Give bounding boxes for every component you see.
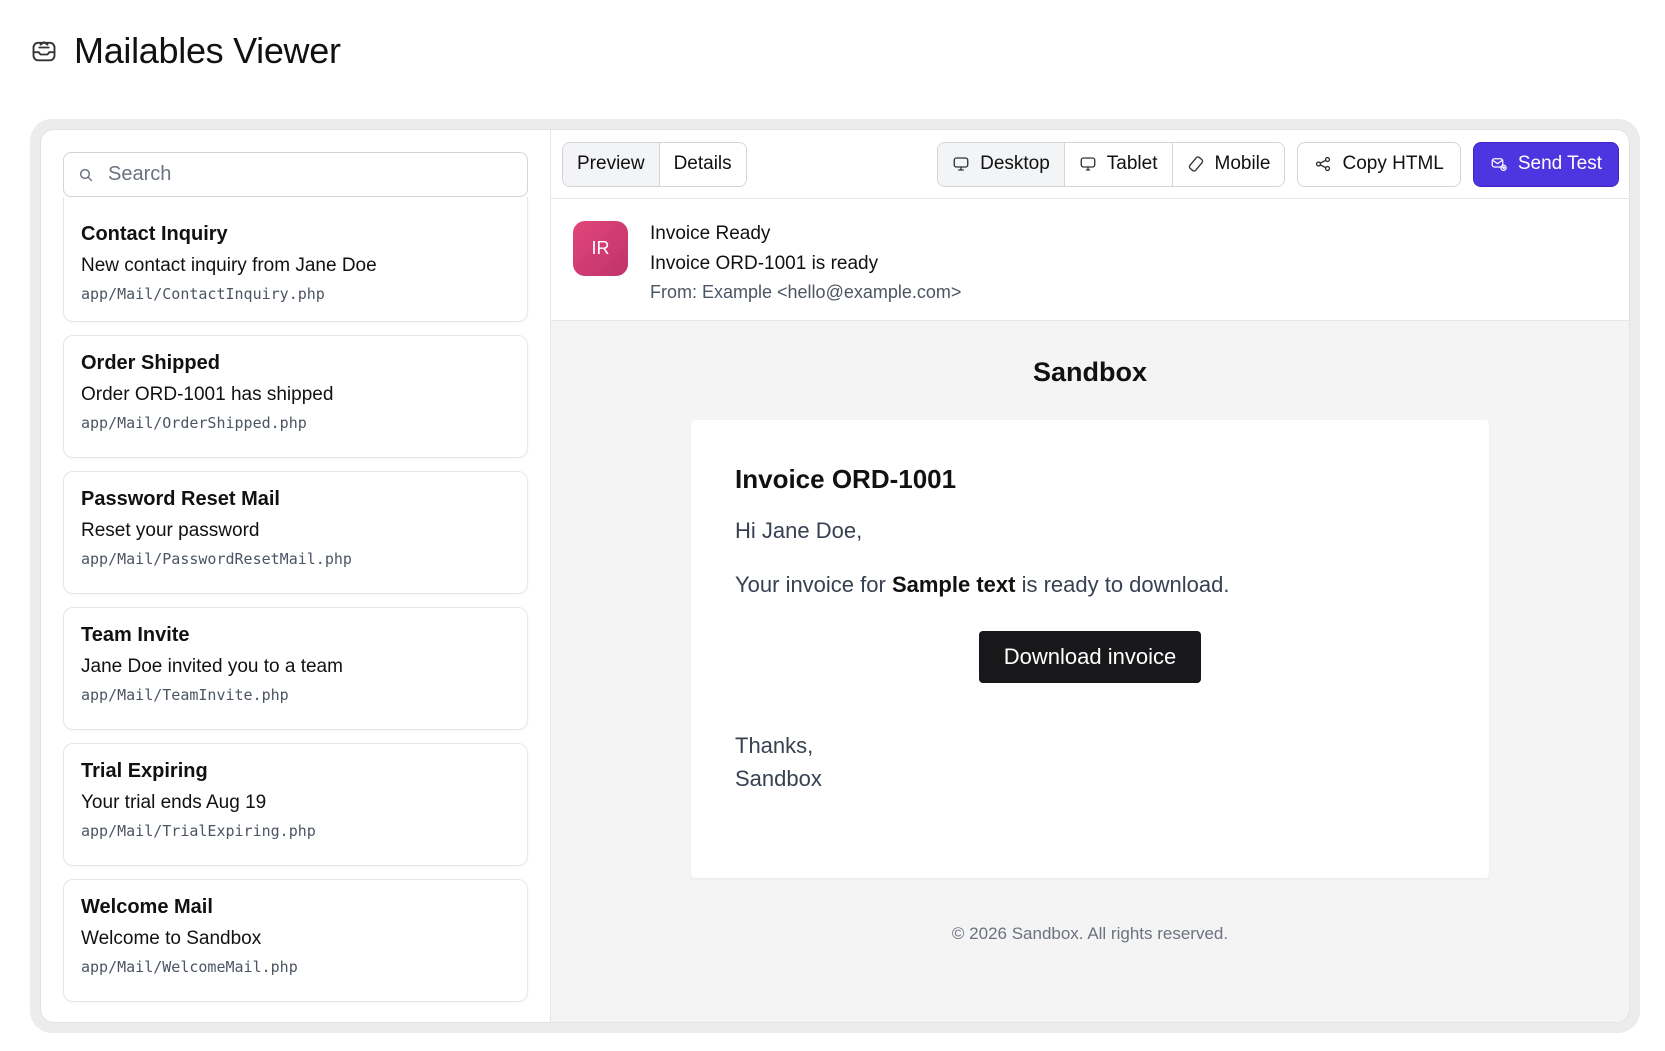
search-input[interactable] bbox=[108, 163, 513, 186]
mailable-name: Order Shipped bbox=[81, 352, 220, 374]
email-meta: IR Invoice Ready Invoice ORD-1001 is rea… bbox=[551, 199, 1629, 321]
mailable-item-password-reset[interactable]: Password Reset Mail Reset your password … bbox=[63, 471, 528, 594]
mail-send-icon bbox=[1490, 155, 1508, 173]
mailable-name: Team Invite bbox=[81, 624, 190, 646]
device-desktop-button[interactable]: Desktop bbox=[938, 142, 1065, 186]
email-body-text: Your invoice for Sample text is ready to… bbox=[735, 569, 1445, 601]
mailable-title: Invoice Ready bbox=[650, 223, 771, 244]
mailable-item-order-shipped[interactable]: Order Shipped Order ORD-1001 has shipped… bbox=[63, 335, 528, 458]
body-text-bold: Sample text bbox=[891, 571, 1016, 597]
mobile-icon bbox=[1187, 155, 1205, 173]
mailable-path: app/Mail/TrialExpiring.php bbox=[81, 822, 316, 840]
body-text-start: Your invoice for bbox=[735, 571, 892, 597]
email-from: From: Example <hello@example.com> bbox=[650, 282, 962, 302]
main-panel: Preview Details Desktop Tablet Mobile Co… bbox=[551, 130, 1629, 1022]
search-icon bbox=[78, 167, 94, 183]
tab-details[interactable]: Details bbox=[659, 142, 746, 186]
meta-text: Invoice Ready Invoice ORD-1001 is ready … bbox=[650, 221, 961, 320]
email-signoff: Thanks, Sandbox bbox=[735, 729, 1445, 795]
mailable-subject: Welcome to Sandbox bbox=[81, 928, 262, 949]
mailable-name: Password Reset Mail bbox=[81, 488, 280, 510]
mailable-path: app/Mail/TeamInvite.php bbox=[81, 686, 289, 704]
mailable-name: Welcome Mail bbox=[81, 896, 213, 918]
toolbar: Preview Details Desktop Tablet Mobile Co… bbox=[551, 130, 1629, 199]
download-invoice-button[interactable]: Download invoice bbox=[978, 630, 1202, 683]
email-body-card: Invoice ORD-1001 Hi Jane Doe, Your invoi… bbox=[691, 420, 1489, 878]
viewer-frame: Contact Inquiry New contact inquiry from… bbox=[30, 119, 1640, 1033]
send-test-label: Send Test bbox=[1517, 153, 1602, 174]
email-footer: © 2026 Sandbox. All rights reserved. bbox=[951, 924, 1229, 943]
view-tabs: Preview Details bbox=[562, 141, 747, 187]
mailable-name: Contact Inquiry bbox=[81, 223, 228, 245]
mailable-subject: New contact inquiry from Jane Doe bbox=[81, 255, 377, 276]
device-switcher: Desktop Tablet Mobile bbox=[937, 141, 1286, 187]
tablet-icon bbox=[1079, 155, 1097, 173]
device-desktop-label: Desktop bbox=[980, 153, 1050, 174]
mailable-path: app/Mail/WelcomeMail.php bbox=[81, 958, 298, 976]
app-header: Mailables Viewer bbox=[28, 30, 341, 72]
sidebar: Contact Inquiry New contact inquiry from… bbox=[41, 130, 551, 1022]
mailable-subject: Reset your password bbox=[81, 520, 260, 541]
tab-preview[interactable]: Preview bbox=[563, 142, 660, 186]
device-tablet-button[interactable]: Tablet bbox=[1064, 142, 1173, 186]
mailable-subject: Order ORD-1001 has shipped bbox=[81, 384, 334, 405]
app-title: Mailables Viewer bbox=[74, 30, 341, 71]
signoff-line-2: Sandbox bbox=[735, 765, 822, 791]
email-heading: Invoice ORD-1001 bbox=[735, 464, 957, 494]
device-tablet-label: Tablet bbox=[1106, 153, 1158, 174]
mailable-subject: Jane Doe invited you to a team bbox=[81, 656, 343, 677]
avatar: IR bbox=[573, 221, 628, 276]
email-greeting: Hi Jane Doe, bbox=[735, 518, 863, 543]
cta-wrap: Download invoice bbox=[735, 630, 1445, 683]
copy-html-button[interactable]: Copy HTML bbox=[1297, 141, 1461, 187]
mailable-path: app/Mail/PasswordResetMail.php bbox=[81, 550, 352, 568]
body-text-end: is ready to download. bbox=[1015, 571, 1230, 597]
mailable-path: app/Mail/ContactInquiry.php bbox=[81, 285, 325, 303]
viewer-window: Contact Inquiry New contact inquiry from… bbox=[40, 129, 1630, 1023]
device-mobile-label: Mobile bbox=[1214, 153, 1271, 174]
mailable-name: Trial Expiring bbox=[81, 760, 208, 782]
email-brand: Sandbox bbox=[1032, 357, 1147, 387]
mailable-item-welcome-mail[interactable]: Welcome Mail Welcome to Sandbox app/Mail… bbox=[63, 879, 528, 1002]
mailable-item-trial-expiring[interactable]: Trial Expiring Your trial ends Aug 19 ap… bbox=[63, 743, 528, 866]
signoff-line-1: Thanks, bbox=[735, 732, 814, 758]
mailable-item-contact-inquiry[interactable]: Contact Inquiry New contact inquiry from… bbox=[63, 197, 528, 322]
mailable-item-team-invite[interactable]: Team Invite Jane Doe invited you to a te… bbox=[63, 607, 528, 730]
email-preview: Sandbox Invoice ORD-1001 Hi Jane Doe, Yo… bbox=[551, 321, 1629, 1022]
email-subject: Invoice ORD-1001 is ready bbox=[650, 253, 879, 274]
mail-tray-icon bbox=[28, 35, 60, 67]
device-mobile-button[interactable]: Mobile bbox=[1172, 142, 1285, 186]
mailable-list: Contact Inquiry New contact inquiry from… bbox=[63, 197, 528, 1002]
mailable-subject: Your trial ends Aug 19 bbox=[81, 792, 267, 813]
send-test-button[interactable]: Send Test bbox=[1472, 141, 1619, 187]
mailable-path: app/Mail/OrderShipped.php bbox=[81, 414, 307, 432]
search-box[interactable] bbox=[63, 152, 528, 197]
monitor-icon bbox=[952, 155, 970, 173]
copy-html-label: Copy HTML bbox=[1342, 153, 1444, 174]
share-nodes-icon bbox=[1314, 155, 1332, 173]
